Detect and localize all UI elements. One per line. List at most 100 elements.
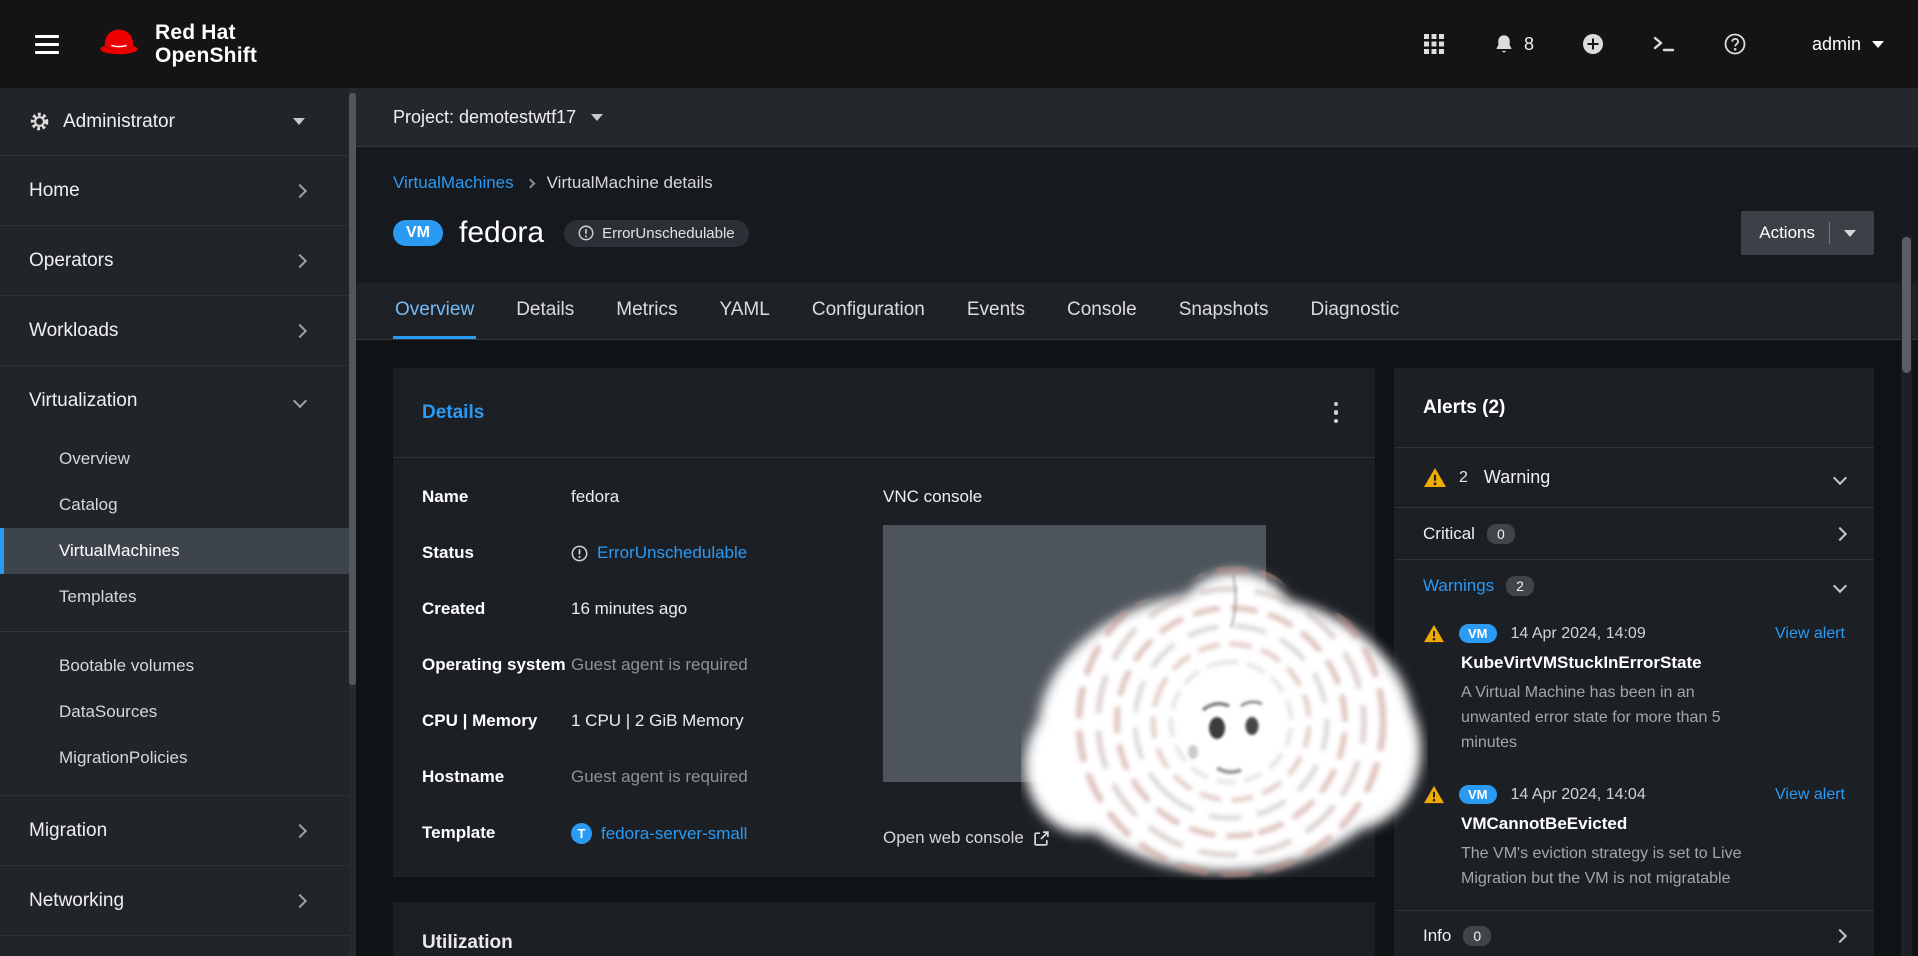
- utilization-card: Utilization: [393, 902, 1375, 956]
- detail-field-os: Operating system Guest agent is required: [422, 655, 883, 677]
- alert-timestamp: 14 Apr 2024, 14:04: [1511, 786, 1646, 804]
- vm-status-badge[interactable]: ErrorUnschedulable: [564, 220, 749, 247]
- chevron-down-icon: [293, 394, 307, 408]
- alerts-group-warnings[interactable]: Warnings 2: [1394, 560, 1874, 612]
- view-alert-link[interactable]: View alert: [1775, 786, 1845, 804]
- view-alert-link[interactable]: View alert: [1775, 625, 1845, 643]
- vm-kind-badge: VM: [1459, 624, 1497, 643]
- alert-title: VMCannotBeEvicted: [1461, 814, 1845, 834]
- status-link[interactable]: ErrorUnschedulable: [597, 543, 747, 563]
- chevron-right-icon: [293, 323, 307, 337]
- exclamation-circle-icon: [571, 545, 588, 562]
- critical-count-badge: 0: [1487, 524, 1515, 544]
- sidebar-item-operators[interactable]: Operators: [0, 226, 356, 296]
- main-scrollbar[interactable]: [1901, 235, 1912, 956]
- content-right-column: Alerts (2) 2 Warning: [1394, 368, 1874, 956]
- project-selector[interactable]: Project: demotestwtf17: [356, 88, 1918, 147]
- bell-icon: [1493, 33, 1515, 55]
- sidebar-item-networking[interactable]: Networking: [0, 866, 356, 936]
- kebab-menu-icon[interactable]: [1326, 394, 1347, 432]
- details-fields: Name fedora Status: [422, 487, 883, 848]
- sidebar-item-catalog[interactable]: Catalog: [0, 482, 356, 528]
- sidebar-item-virtualization[interactable]: Virtualization: [0, 366, 356, 436]
- alert-body: KubeVirtVMStuckInErrorState A Virtual Ma…: [1461, 653, 1845, 755]
- alert-item: VM 14 Apr 2024, 14:09 View alert KubeVir…: [1394, 612, 1874, 773]
- button-divider: [1829, 222, 1830, 244]
- sidebar-scrollbar[interactable]: [349, 88, 356, 956]
- sidebar-item-datasources[interactable]: DataSources: [0, 689, 356, 735]
- tab-events[interactable]: Events: [965, 283, 1027, 339]
- vm-kind-badge: VM: [1459, 785, 1497, 804]
- tab-details[interactable]: Details: [514, 283, 576, 339]
- template-badge: T: [571, 823, 592, 844]
- virtualization-subnav: Overview Catalog VirtualMachines Templat…: [0, 436, 356, 796]
- sidebar-item-bootable-volumes[interactable]: Bootable volumes: [0, 643, 356, 689]
- details-card: Details Name fedora: [393, 368, 1375, 877]
- sidebar-item-migrationpolicies[interactable]: MigrationPolicies: [0, 735, 356, 781]
- app-root: Red Hat OpenShift 8: [0, 0, 1918, 956]
- alerts-card-header: Alerts (2): [1394, 368, 1874, 448]
- masthead-actions: 8: [1419, 29, 1884, 59]
- tab-bar: Overview Details Metrics YAML Configurat…: [356, 283, 1918, 340]
- alert-description: A Virtual Machine has been in an unwante…: [1461, 681, 1751, 755]
- tab-snapshots[interactable]: Snapshots: [1177, 283, 1271, 339]
- page-title: fedora: [459, 216, 544, 250]
- perspective-switcher[interactable]: Administrator: [0, 88, 356, 156]
- tab-diagnostic[interactable]: Diagnostic: [1308, 283, 1401, 339]
- scrollbar-thumb[interactable]: [1902, 237, 1911, 373]
- scrollbar-thumb[interactable]: [349, 93, 356, 685]
- chevron-down-icon: [1833, 579, 1847, 593]
- open-web-console-link[interactable]: Open web console: [883, 828, 1346, 848]
- user-menu[interactable]: admin: [1812, 34, 1884, 55]
- tab-configuration[interactable]: Configuration: [810, 283, 927, 339]
- app-launcher-button[interactable]: [1419, 29, 1449, 59]
- notifications-button[interactable]: 8: [1489, 29, 1538, 59]
- details-card-body: Name fedora Status: [393, 458, 1375, 877]
- chevron-right-icon: [1833, 929, 1847, 943]
- alerts-warning-summary[interactable]: 2 Warning: [1394, 448, 1874, 508]
- tab-console[interactable]: Console: [1065, 283, 1139, 339]
- chevron-right-icon: [293, 823, 307, 837]
- actions-dropdown[interactable]: Actions: [1741, 211, 1874, 255]
- subnav-divider: [0, 631, 356, 632]
- alerts-card: Alerts (2) 2 Warning: [1394, 368, 1874, 956]
- terminal-icon: [1652, 34, 1676, 54]
- tab-overview[interactable]: Overview: [393, 283, 476, 339]
- chevron-right-icon: [293, 253, 307, 267]
- alerts-group-info[interactable]: Info 0: [1394, 911, 1874, 956]
- sidebar-item-templates[interactable]: Templates: [0, 574, 356, 620]
- sidebar-item-virt-overview[interactable]: Overview: [0, 436, 356, 482]
- warning-triangle-icon: [1423, 467, 1447, 488]
- vm-kind-badge: VM: [393, 220, 443, 246]
- sidebar-item-home[interactable]: Home: [0, 156, 356, 226]
- alerts-group-critical[interactable]: Critical 0: [1394, 508, 1874, 560]
- gear-icon: [29, 111, 50, 132]
- masthead: Red Hat OpenShift 8: [0, 0, 1918, 88]
- details-card-title-link[interactable]: Details: [422, 402, 484, 424]
- breadcrumb: VirtualMachines VirtualMachine details: [393, 173, 1874, 193]
- breadcrumb-link-virtualmachines[interactable]: VirtualMachines: [393, 173, 514, 193]
- alert-timestamp: 14 Apr 2024, 14:09: [1511, 625, 1646, 643]
- sidebar-item-workloads[interactable]: Workloads: [0, 296, 356, 366]
- caret-down-icon: [591, 114, 603, 121]
- plus-circle-icon: [1582, 33, 1604, 55]
- sidebar-item-migration[interactable]: Migration: [0, 796, 356, 866]
- alert-meta: VM 14 Apr 2024, 14:04 View alert: [1423, 785, 1845, 804]
- tab-yaml[interactable]: YAML: [718, 283, 772, 339]
- template-link[interactable]: fedora-server-small: [601, 824, 747, 844]
- terminal-button[interactable]: [1648, 30, 1680, 58]
- app-grid-icon: [1423, 33, 1445, 55]
- brand-line2: OpenShift: [155, 44, 257, 67]
- help-button[interactable]: [1720, 29, 1750, 59]
- tab-metrics[interactable]: Metrics: [614, 283, 679, 339]
- alert-description: The VM's eviction strategy is set to Liv…: [1461, 842, 1751, 892]
- brand-line1: Red Hat: [155, 21, 257, 44]
- alert-meta: VM 14 Apr 2024, 14:09 View alert: [1423, 624, 1845, 643]
- vnc-console-preview[interactable]: [883, 525, 1266, 782]
- perspective-label: Administrator: [63, 111, 175, 133]
- sidebar-nav: Administrator Home Operators Workloads V…: [0, 88, 356, 956]
- notification-count: 8: [1524, 34, 1534, 55]
- import-button[interactable]: [1578, 29, 1608, 59]
- nav-toggle-button[interactable]: [24, 21, 70, 67]
- sidebar-item-virtualmachines[interactable]: VirtualMachines: [0, 528, 356, 574]
